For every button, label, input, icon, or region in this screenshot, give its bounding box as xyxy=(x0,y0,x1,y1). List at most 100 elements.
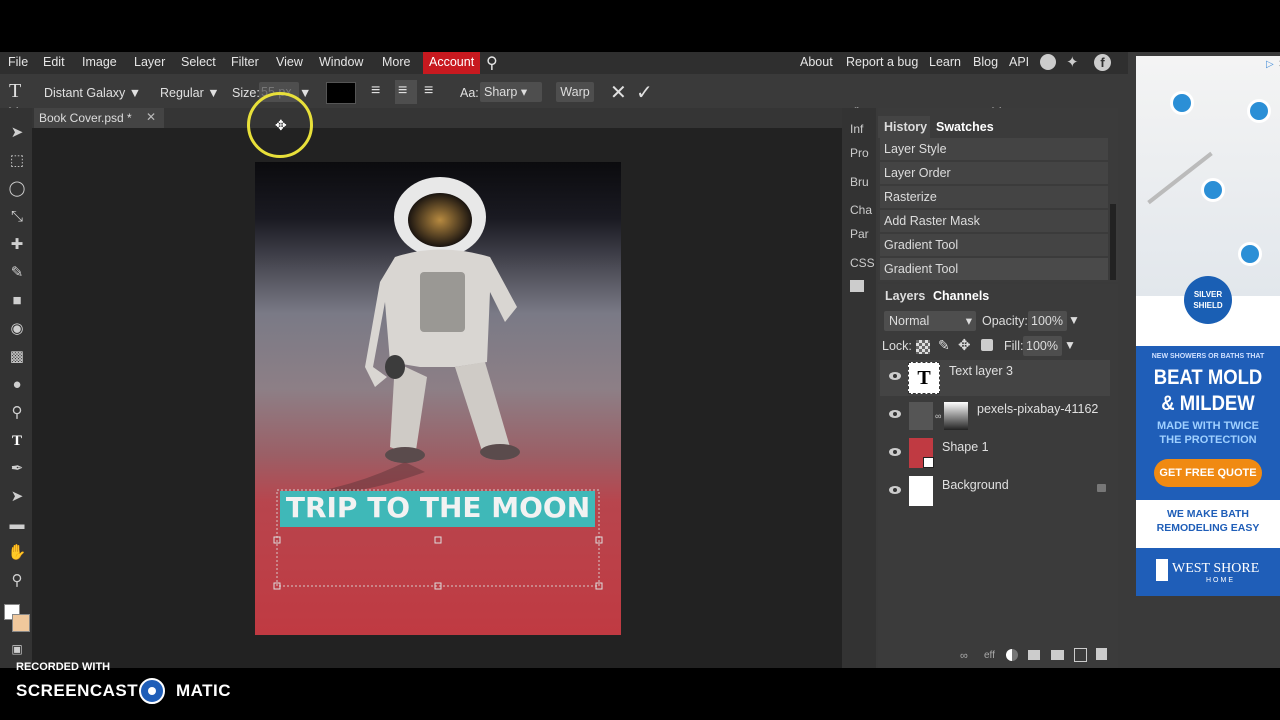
blur-tool-icon[interactable]: ● xyxy=(6,374,28,396)
menu-layer[interactable]: Layer xyxy=(134,55,165,69)
eraser-tool-icon[interactable]: ◉ xyxy=(6,318,28,340)
document-tabs: Book Cover.psd * ✕ xyxy=(32,108,842,128)
layer-row-photo[interactable]: ∞ pexels-pixabay-41162 xyxy=(880,398,1110,434)
menu-image[interactable]: Image xyxy=(82,55,117,69)
quick-mask-icon[interactable]: ▣ xyxy=(6,638,28,660)
text-color-swatch[interactable] xyxy=(326,82,356,104)
font-style-select[interactable]: Regular ▼ xyxy=(160,86,220,100)
reddit-icon[interactable] xyxy=(1040,54,1056,70)
gradient-tool-icon[interactable]: ▩ xyxy=(6,346,28,368)
lock-transparency-icon[interactable] xyxy=(916,340,930,354)
history-tab[interactable]: History xyxy=(878,116,930,138)
menu-blog[interactable]: Blog xyxy=(973,55,998,69)
properties-panel-tab[interactable]: Pro xyxy=(850,146,869,160)
layer-row-text[interactable]: T Text layer 3 xyxy=(880,360,1110,396)
align-right-icon[interactable]: ≡ xyxy=(424,82,433,100)
pen-tool-icon[interactable]: ✒ xyxy=(6,458,28,480)
menu-file[interactable]: File xyxy=(8,55,28,69)
visibility-eye-icon[interactable] xyxy=(889,410,901,418)
new-layer-icon[interactable] xyxy=(1074,648,1087,662)
opacity-input[interactable]: 100% xyxy=(1028,311,1067,331)
menu-window[interactable]: Window xyxy=(319,55,363,69)
menu-edit[interactable]: Edit xyxy=(43,55,65,69)
menu-about[interactable]: About xyxy=(800,55,833,69)
folder-icon[interactable] xyxy=(1051,650,1064,660)
brush-tool-icon[interactable]: ✎ xyxy=(6,262,28,284)
lasso-tool-icon[interactable]: ◯ xyxy=(6,178,28,200)
menu-report-bug[interactable]: Report a bug xyxy=(846,55,918,69)
align-center-icon[interactable]: ≡ xyxy=(398,82,407,100)
move-tool-icon[interactable]: ➤ xyxy=(6,122,28,144)
warp-button[interactable]: Warp xyxy=(556,82,594,102)
cancel-icon[interactable]: ✕ xyxy=(610,80,627,105)
font-family-select[interactable]: Distant Galaxy ▼ xyxy=(44,86,141,100)
hand-tool-icon[interactable]: ✋ xyxy=(6,542,28,564)
history-scrollbar[interactable] xyxy=(1110,204,1116,280)
search-icon[interactable]: ⚲ xyxy=(486,53,498,73)
menu-more[interactable]: More xyxy=(382,55,410,69)
channels-tab[interactable]: Channels xyxy=(933,289,989,303)
history-item[interactable]: Layer Order xyxy=(880,162,1108,184)
link-layers-icon[interactable]: ∞ xyxy=(960,650,968,662)
effects-button[interactable]: eff xyxy=(984,650,995,661)
align-left-icon[interactable]: ≡ xyxy=(371,82,380,100)
trash-icon[interactable] xyxy=(1096,648,1107,660)
menu-select[interactable]: Select xyxy=(181,55,216,69)
adjustment-icon[interactable] xyxy=(1006,649,1018,661)
history-item[interactable]: Add Raster Mask xyxy=(880,210,1108,232)
layer-row-background[interactable]: Background xyxy=(880,474,1110,510)
fill-input[interactable]: 100% xyxy=(1023,336,1062,356)
shape-tool-icon[interactable]: ▬ xyxy=(6,514,28,536)
history-item[interactable]: Rasterize xyxy=(880,186,1108,208)
layer-row-shape[interactable]: Shape 1 xyxy=(880,436,1110,472)
lock-paint-icon[interactable]: ✎ xyxy=(938,337,950,354)
opacity-dropdown-icon[interactable]: ▼ xyxy=(1068,313,1080,327)
adchoices-icon[interactable]: ▷ xyxy=(1266,59,1274,70)
ad-cta-button[interactable]: GET FREE QUOTE xyxy=(1154,459,1262,487)
background-color-swatch[interactable] xyxy=(12,614,30,632)
info-panel-tab[interactable]: Inf xyxy=(850,122,863,136)
lock-all-icon[interactable] xyxy=(981,339,993,351)
history-item[interactable]: Layer Style xyxy=(880,138,1108,160)
paragraph-panel-tab[interactable]: Par xyxy=(850,227,869,241)
brush-panel-tab[interactable]: Bru xyxy=(850,175,869,189)
blend-mode-select[interactable]: Normal ▾ xyxy=(884,311,976,331)
marquee-tool-icon[interactable]: ⬚ xyxy=(6,150,28,172)
crop-tool-icon[interactable]: ⤡ xyxy=(6,206,28,228)
menu-api[interactable]: API xyxy=(1009,55,1029,69)
swatches-tab[interactable]: Swatches xyxy=(936,120,994,134)
visibility-eye-icon[interactable] xyxy=(889,486,901,494)
image-icon[interactable] xyxy=(850,280,864,292)
layers-tab[interactable]: Layers xyxy=(885,289,925,303)
confirm-icon[interactable]: ✓ xyxy=(636,80,653,105)
account-button[interactable]: Account xyxy=(423,52,481,74)
size-dropdown-icon[interactable]: ▼ xyxy=(299,86,311,100)
facebook-icon[interactable]: f xyxy=(1094,54,1111,71)
visibility-eye-icon[interactable] xyxy=(889,372,901,380)
stamp-tool-icon[interactable]: ■ xyxy=(6,290,28,312)
fill-dropdown-icon[interactable]: ▼ xyxy=(1064,338,1076,352)
link-icon[interactable]: ∞ xyxy=(935,411,941,421)
menu-view[interactable]: View xyxy=(276,55,303,69)
advertisement[interactable]: ▷ ✕ SILVER SHIELD NEW SHOWERS OR BATHS T… xyxy=(1136,56,1280,596)
history-item-current[interactable]: Gradient Tool xyxy=(880,258,1108,280)
menu-learn[interactable]: Learn xyxy=(929,55,961,69)
document-tab[interactable]: Book Cover.psd * xyxy=(34,108,164,128)
history-item[interactable]: Gradient Tool xyxy=(880,234,1108,256)
mask-icon[interactable] xyxy=(1028,650,1040,660)
dodge-tool-icon[interactable]: ⚲ xyxy=(6,402,28,424)
menu-filter[interactable]: Filter xyxy=(231,55,259,69)
lock-move-icon[interactable]: ✥ xyxy=(958,336,971,354)
close-tab-icon[interactable]: ✕ xyxy=(146,110,156,124)
zoom-tool-icon[interactable]: ⚲ xyxy=(6,570,28,592)
css-panel-tab[interactable]: CSS xyxy=(850,256,875,270)
history-panel: History Swatches Layer Style Layer Order… xyxy=(878,108,1118,282)
character-panel-tab[interactable]: Cha xyxy=(850,203,872,217)
heal-tool-icon[interactable]: ✚ xyxy=(6,234,28,256)
path-select-tool-icon[interactable]: ➤ xyxy=(6,486,28,508)
type-tool-icon[interactable]: T xyxy=(6,430,28,452)
antialias-select[interactable]: Sharp ▾ xyxy=(480,82,542,102)
visibility-eye-icon[interactable] xyxy=(889,448,901,456)
document-canvas[interactable]: TRIP TO THE MOON xyxy=(255,162,621,635)
twitter-icon[interactable]: ✦ xyxy=(1066,53,1079,71)
